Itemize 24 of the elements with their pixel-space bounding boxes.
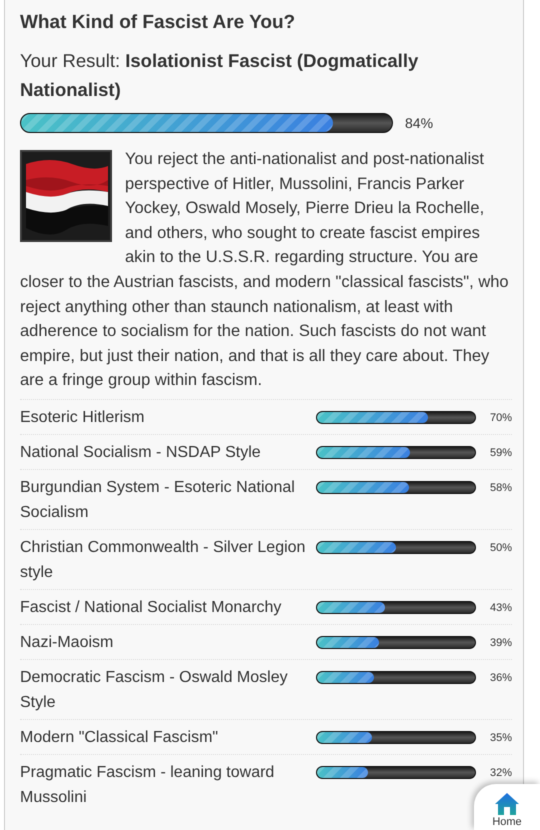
home-icon (494, 792, 520, 816)
result-label: Modern "Classical Fascism" (20, 728, 220, 748)
percent-text: 58% (488, 482, 512, 494)
result-label: Burgundian System - Esoteric National Socialism (20, 478, 296, 523)
percent-text: 70% (488, 412, 512, 424)
percent-text: 32% (488, 766, 512, 779)
result-label: Christian Commonwealth - Silver Legion style (20, 538, 306, 583)
result-label: Esoteric Hitlerism (20, 408, 146, 428)
percent-text: 43% (488, 602, 512, 614)
quiz-title: What Kind of Fascist Are You? (20, 12, 296, 34)
percent-text: 84% (405, 115, 434, 131)
result-label: National Socialism - NSDAP Style (20, 442, 262, 463)
result-description: You reject the anti-nationalist and post-nationalist perspective of Hitler, Mussolini, Francis Parker Yockey, Oswald Mosely, Pierre Drieu la Rochelle, and others, who sought to create fascist empires akin to the U.S.S.R. regarding structure. You are closer to the Austrian fascists, and modern "classical fascists", who reject anything other than staunch nationalism, at least with adherence to socialism for the nation. Such fascists do not want empire, but just their nation, and that is all they care about. They are a fringe group within fascism. (20, 149, 510, 392)
result-label: Nazi-Maoism (20, 632, 114, 653)
percent-text: 39% (488, 636, 512, 649)
percent-text: 50% (488, 542, 512, 554)
result-label: Pragmatic Fascism - leaning toward Mussolini (20, 762, 276, 808)
percent-text: 59% (488, 446, 512, 459)
result-heading: Your Result: Isolationist Fascist (Dogmatically Nationalist) (20, 49, 420, 102)
result-label: Democratic Fascism - Oswald Mosley Style (20, 668, 289, 713)
home-button[interactable]: Home (474, 784, 540, 830)
percent-text: 35% (488, 732, 512, 744)
result-label: Fascist / National Socialist Monarchy (20, 598, 282, 618)
percent-text: 36% (488, 672, 512, 684)
